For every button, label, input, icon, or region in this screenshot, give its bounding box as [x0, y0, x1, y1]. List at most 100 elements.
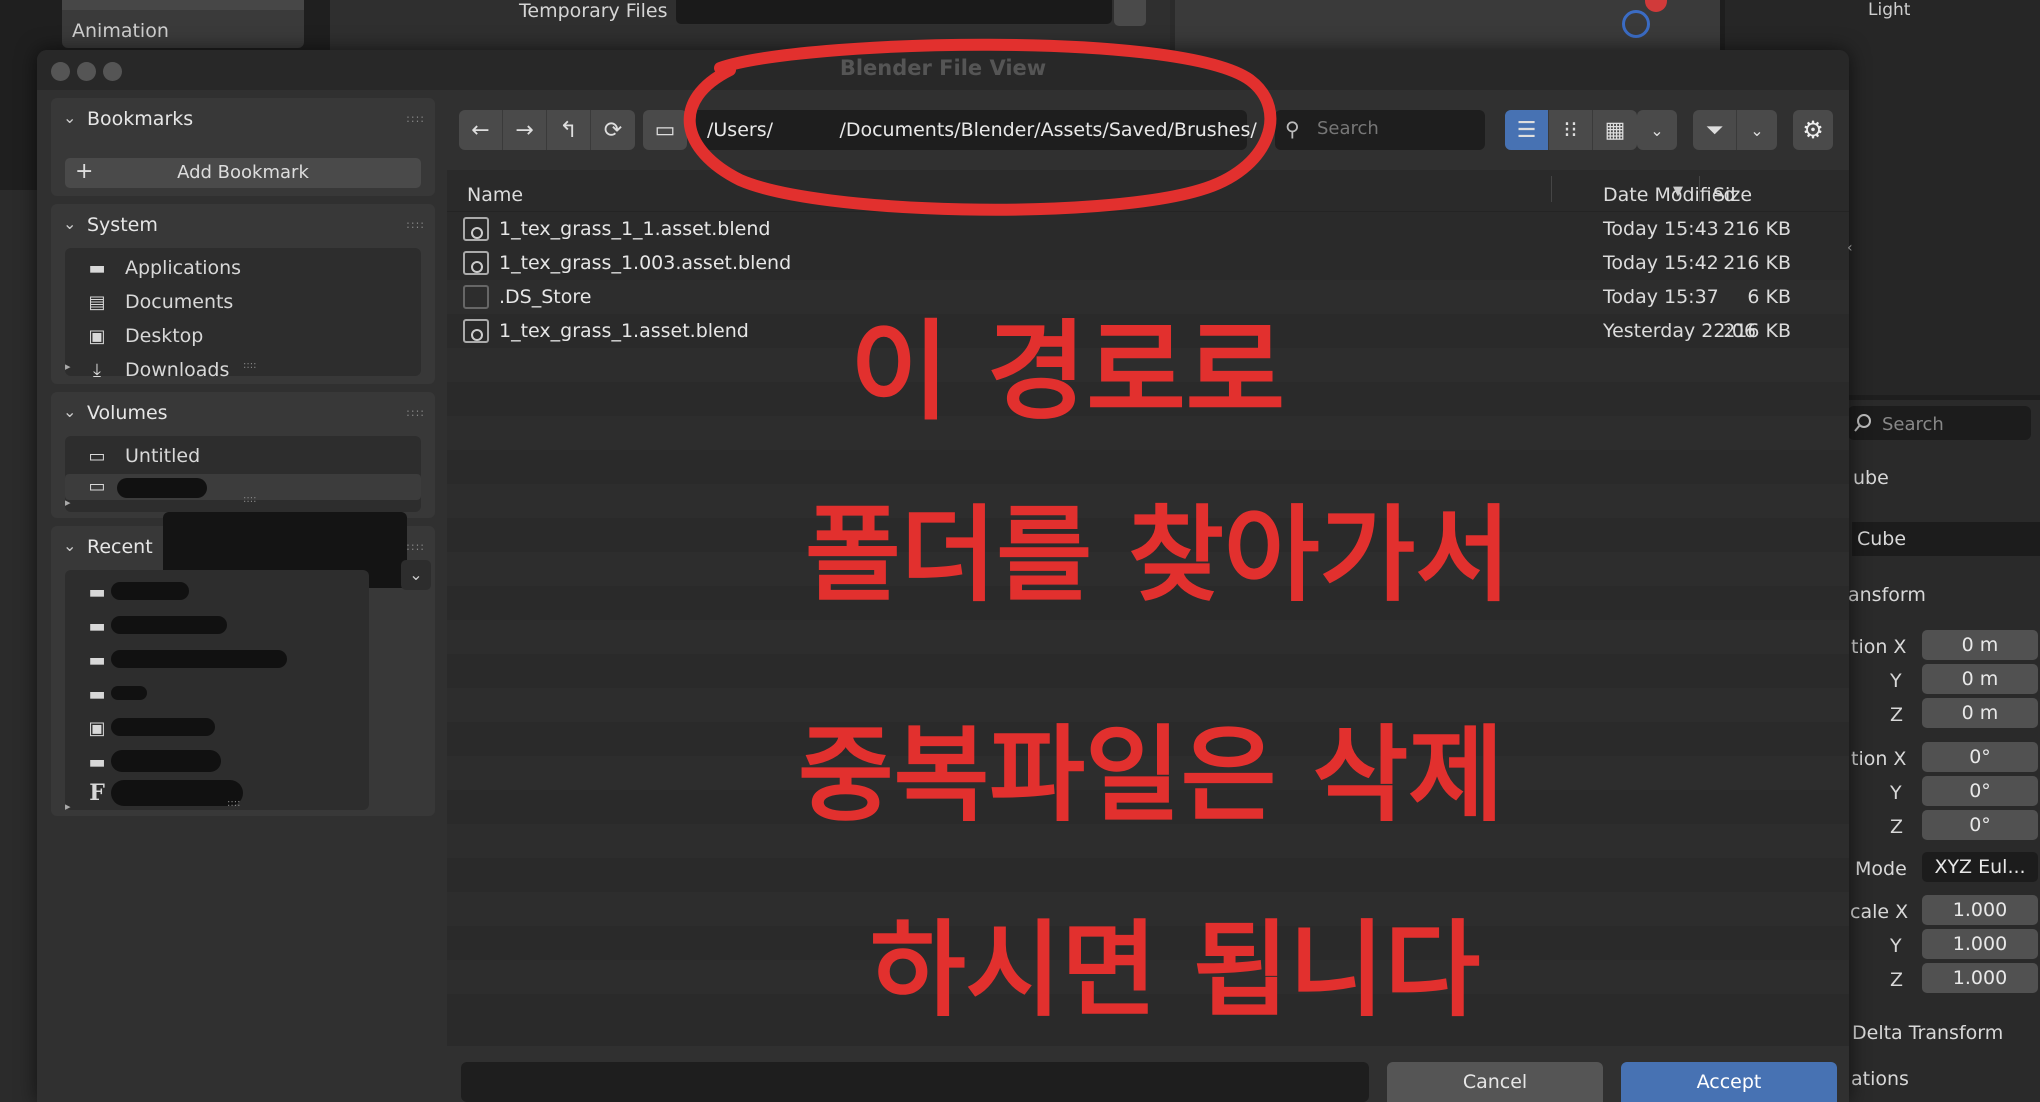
bookmarks-header[interactable]: ⌄ Bookmarks :::: [51, 98, 435, 144]
back-arrow-icon[interactable]: ← [459, 110, 503, 150]
rotation-z-label: Z [1890, 816, 1904, 838]
recent-item[interactable]: ▬ [65, 746, 369, 776]
drag-grip-icon[interactable]: :::: [406, 112, 425, 125]
scale-x-field[interactable]: 1.000 [1922, 895, 2038, 925]
add-bookmark-label: Add Bookmark [177, 162, 309, 183]
gear-icon[interactable]: ⚙ [1793, 110, 1833, 150]
expand-triangle-icon[interactable]: ▸ [65, 800, 71, 813]
filter-icon[interactable]: ⏷ [1693, 110, 1737, 150]
temporary-files-field[interactable] [676, 0, 1112, 24]
file-search-field[interactable]: ⚲ [1275, 110, 1485, 150]
cancel-button[interactable]: Cancel [1387, 1062, 1603, 1102]
file-name: 1_tex_grass_1.003.asset.blend [499, 252, 792, 274]
delta-transform-header[interactable]: Delta Transform [1852, 1022, 2003, 1044]
column-size[interactable]: Size [1713, 184, 1752, 206]
location-y-field[interactable]: 0 m [1922, 664, 2038, 694]
recent-item[interactable]: ▬ [65, 644, 369, 674]
parent-directory-icon[interactable]: ↰ [547, 110, 591, 150]
row-stripe [447, 620, 1849, 654]
expand-triangle-icon[interactable]: ▸ [65, 360, 71, 373]
file-search-input[interactable] [1317, 118, 1477, 139]
folder-icon: ▬ [88, 258, 106, 279]
add-bookmark-button[interactable]: + Add Bookmark [65, 158, 421, 188]
new-folder-button[interactable]: ▭ [643, 110, 687, 150]
dialog-title: Blender File View [839, 56, 1047, 80]
recent-dropdown-button[interactable]: ⌄ [401, 560, 431, 590]
relations-header[interactable]: ations [1851, 1068, 1909, 1090]
drag-grip-icon[interactable]: :::: [406, 406, 425, 419]
redacted-mark [111, 616, 227, 634]
resize-grip-icon[interactable]: :::: [243, 360, 256, 371]
recent-item[interactable]: ▬ [65, 576, 369, 606]
system-header[interactable]: ⌄ System :::: [51, 204, 435, 250]
directory-path-field[interactable]: /Users/ /Documents/Blender/Assets/Saved/… [693, 110, 1257, 150]
chevron-down-icon[interactable]: ⌄ [1737, 110, 1777, 150]
volumes-header[interactable]: ⌄ Volumes :::: [51, 392, 435, 438]
resize-grip-icon[interactable]: :::: [243, 494, 256, 505]
rotation-x-field[interactable]: 0° [1922, 742, 2038, 772]
vertical-list-icon[interactable]: ☰ [1505, 110, 1549, 150]
sidebar-item-applications[interactable]: ▬ Applications [65, 252, 421, 286]
row-stripe [447, 756, 1849, 790]
location-z-field[interactable]: 0 m [1922, 698, 2038, 728]
file-size: 6 KB [1747, 286, 1791, 308]
blend-file-icon [463, 217, 489, 241]
horizontal-list-icon[interactable]: ⁝⁝ [1549, 110, 1593, 150]
recent-item[interactable]: ▬ [65, 610, 369, 640]
rotation-z-field[interactable]: 0° [1922, 810, 2038, 840]
accept-button[interactable]: Accept [1621, 1062, 1837, 1102]
sidebar-item-desktop[interactable]: ▣ Desktop [65, 320, 421, 354]
scale-y-field[interactable]: 1.000 [1922, 929, 2038, 959]
display-settings-dropdown[interactable]: ⌄ [1637, 110, 1677, 150]
folder-icon: ▬ [88, 650, 106, 671]
file-row[interactable]: 1_tex_grass_1.asset.blend Yesterday 22:0… [447, 314, 1827, 348]
chevron-down-icon: ⌄ [63, 402, 77, 421]
system-panel: ⌄ System :::: ▬ Applications ▤ Documents… [51, 204, 435, 384]
sidebar-item-documents[interactable]: ▤ Documents [65, 286, 421, 320]
recent-item[interactable]: F [65, 778, 369, 808]
column-name[interactable]: Name [467, 184, 523, 206]
refresh-icon[interactable]: ⟳ [591, 110, 635, 150]
expand-triangle-icon[interactable]: ▸ [65, 496, 71, 509]
row-stripe [447, 484, 1849, 518]
outliner-item-light[interactable]: Light [1868, 0, 1910, 20]
navigation-gizmo-icon[interactable] [1622, 10, 1650, 38]
row-stripe [447, 552, 1849, 586]
transform-section-header[interactable]: ansform [1848, 584, 1926, 606]
resize-grip-icon[interactable]: :::: [227, 798, 240, 809]
forward-arrow-icon[interactable]: → [503, 110, 547, 150]
desktop-icon: ▣ [88, 718, 106, 739]
filename-field[interactable] [461, 1062, 1369, 1102]
recent-item[interactable]: ▬ [65, 678, 369, 708]
drag-grip-icon[interactable]: :::: [406, 540, 425, 553]
file-row[interactable]: .DS_Store Today 15:37 6 KB [447, 280, 1827, 314]
file-list-header: Name Date Modified ▼ Size [447, 170, 1849, 212]
search-icon [1854, 414, 1871, 432]
location-x-field[interactable]: 0 m [1922, 630, 2038, 660]
rotation-y-field[interactable]: 0° [1922, 776, 2038, 806]
file-name: .DS_Store [499, 286, 592, 308]
chevron-left-icon[interactable]: ‹ [1847, 240, 1853, 256]
sidebar-item-label: Desktop [125, 325, 204, 347]
sidebar-item-label: Documents [125, 291, 234, 313]
row-stripe [447, 688, 1849, 722]
thumbnails-icon[interactable]: ▦ [1593, 110, 1637, 150]
file-row[interactable]: 1_tex_grass_1_1.asset.blend Today 15:43 … [447, 212, 1827, 246]
chevron-down-icon: ⌄ [63, 108, 77, 127]
properties-search-placeholder: Search [1882, 414, 1944, 435]
row-stripe [447, 348, 1849, 382]
row-stripe [447, 960, 1849, 994]
file-row[interactable]: 1_tex_grass_1.003.asset.blend Today 15:4… [447, 246, 1827, 280]
file-browser-sidebar: ⌄ Bookmarks :::: + Add Bookmark ⌄ System… [37, 90, 447, 1102]
folder-browse-button[interactable] [1114, 0, 1146, 26]
column-separator[interactable] [1551, 176, 1552, 202]
file-name: 1_tex_grass_1.asset.blend [499, 320, 749, 342]
rotation-mode-select[interactable]: XYZ Eul... [1922, 852, 2038, 882]
recent-title: Recent [87, 536, 153, 558]
column-separator[interactable] [1699, 176, 1700, 202]
recent-item[interactable]: ▣ [65, 712, 369, 742]
sidebar-item-untitled[interactable]: ▭ Untitled [65, 440, 421, 474]
rotation-x-label: tion X [1851, 748, 1907, 770]
scale-z-field[interactable]: 1.000 [1922, 963, 2038, 993]
drag-grip-icon[interactable]: :::: [406, 218, 425, 231]
